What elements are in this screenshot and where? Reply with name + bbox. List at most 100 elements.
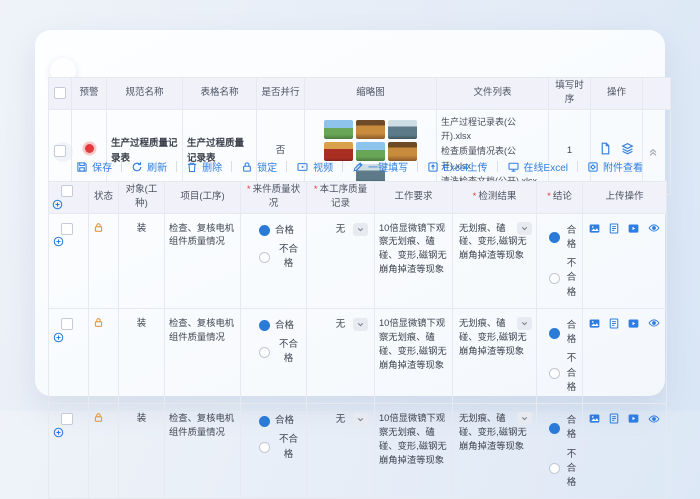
view-eye-icon[interactable] — [647, 222, 661, 234]
process-record-select[interactable]: 无 — [311, 317, 370, 333]
radio-dot-icon — [549, 272, 560, 284]
add-row-icon[interactable] — [53, 236, 84, 247]
row-checkbox[interactable] — [60, 413, 73, 426]
video-button[interactable]: 视频 — [287, 159, 342, 174]
chevron-down-icon — [517, 221, 532, 235]
attachment-view-button[interactable]: 附件查看 — [578, 159, 652, 174]
cell-select — [48, 307, 89, 405]
radio-fail[interactable]: 不合格 — [259, 433, 302, 462]
cell-upload-actions — [582, 402, 667, 499]
image-upload-icon[interactable] — [588, 222, 601, 235]
radio-fail[interactable]: 不合格 — [259, 243, 302, 272]
radio-dot-icon — [259, 442, 270, 453]
process-record-select[interactable]: 无 — [311, 412, 370, 428]
select-all-checkbox[interactable] — [54, 86, 66, 99]
cell-status — [88, 212, 119, 309]
cell-upload-actions — [582, 307, 667, 405]
header-spec-name: 规范名称 — [106, 77, 183, 110]
cell-object: 装 — [118, 402, 165, 499]
test-result-select[interactable]: 无划痕、磕碰、变形,磁钢无崩角掉渣等现象 — [457, 412, 532, 454]
required-mark: * — [472, 191, 477, 203]
radio-pass[interactable]: 合格 — [259, 319, 302, 333]
video-upload-icon[interactable] — [627, 317, 640, 330]
template-table-header-row: 预警 规范名称 表格名称 是否并行 缩略图 文件列表 填写时序 操作 — [48, 77, 671, 110]
video-upload-icon[interactable] — [627, 412, 640, 425]
header-parallel: 是否并行 — [256, 77, 305, 110]
online-excel-button[interactable]: 在线Excel — [498, 159, 577, 174]
chevron-down-icon — [353, 413, 368, 426]
header-upload-actions: 上传操作 — [582, 181, 667, 214]
cell-process-record: 无 — [306, 307, 375, 405]
cell-select — [48, 212, 89, 309]
record-table-header-row: 状态 对象(工种) 项目(工序) * 来件质量状况 * 本工序质量记录 工作要求 *… — [48, 181, 667, 214]
upload-icon — [428, 161, 438, 172]
refresh-button[interactable]: 刷新 — [122, 159, 176, 174]
document-upload-icon[interactable] — [608, 317, 620, 330]
header-project: 项目(工序) — [164, 181, 241, 214]
test-result-select[interactable]: 无划痕、磕碰、变形,磁钢无崩角掉渣等现象 — [457, 221, 532, 264]
test-result-select[interactable]: 无划痕、磕碰、变形,磁钢无崩角掉渣等现象 — [457, 316, 532, 359]
cell-project: 检查、复核电机组件质量情况 — [164, 402, 241, 499]
header-select — [48, 77, 72, 110]
image-upload-icon[interactable] — [588, 317, 601, 330]
cell-status — [88, 307, 119, 405]
radio-pass[interactable]: 合格 — [549, 224, 578, 253]
add-row-icon[interactable] — [53, 332, 84, 343]
thumbnail-image[interactable] — [388, 120, 417, 140]
process-record-select[interactable]: 无 — [311, 222, 370, 238]
lock-button[interactable]: 锁定 — [232, 159, 286, 174]
record-row: 装 检查、复核电机组件质量情况 合格 不合格 无 10倍显微镜下观察无划痕、磕碰… — [48, 402, 667, 499]
cell-object: 装 — [118, 307, 165, 405]
warning-dot-icon — [84, 144, 94, 154]
header-status: 状态 — [88, 181, 119, 214]
radio-pass[interactable]: 合格 — [259, 414, 302, 428]
file-action-icon[interactable] — [599, 142, 612, 155]
row-checkbox[interactable] — [60, 222, 73, 235]
one-click-fill-button[interactable]: 一键填写 — [343, 159, 417, 174]
record-row: 装 检查、复核电机组件质量情况 合格 不合格 无 10倍显微镜下观察无划痕、磕碰… — [48, 307, 667, 405]
header-incoming-quality: * 来件质量状况 — [240, 181, 307, 214]
radio-dot-icon — [259, 225, 270, 237]
thumbnail-image[interactable] — [356, 120, 385, 140]
radio-dot-icon — [259, 346, 270, 358]
record-row: 装 检查、复核电机组件质量情况 合格 不合格 无 10倍显微镜下观察无划痕、磕碰… — [48, 212, 667, 309]
radio-fail[interactable]: 不合格 — [549, 448, 578, 491]
attachment-view-icon — [588, 161, 598, 172]
radio-dot-icon — [549, 422, 560, 434]
toolbar: 保存 刷新 删除 锁定 视频 一键填写 Excel上传 在线Excel 附件查看 — [67, 156, 652, 177]
radio-fail[interactable]: 不合格 — [259, 338, 302, 367]
radio-dot-icon — [259, 251, 270, 263]
template-table: 预警 规范名称 表格名称 是否并行 缩略图 文件列表 填写时序 操作 生产过程质… — [48, 77, 671, 195]
cell-incoming-quality: 合格 不合格 — [240, 212, 307, 309]
excel-upload-button[interactable]: Excel上传 — [418, 159, 496, 174]
add-row-icon[interactable] — [53, 427, 84, 438]
delete-button[interactable]: 删除 — [177, 159, 231, 174]
row-checkbox[interactable] — [60, 317, 73, 330]
chevron-down-icon — [353, 317, 368, 331]
layers-icon[interactable] — [621, 142, 634, 155]
video-upload-icon[interactable] — [627, 222, 640, 235]
thumbnail-image[interactable] — [324, 120, 353, 140]
radio-dot-icon — [549, 232, 560, 244]
document-upload-icon[interactable] — [608, 222, 620, 235]
document-upload-icon[interactable] — [608, 412, 620, 425]
required-mark: * — [313, 184, 318, 195]
image-upload-icon[interactable] — [588, 412, 601, 425]
radio-pass[interactable]: 合格 — [549, 319, 578, 348]
monitor-icon — [508, 162, 519, 172]
radio-fail[interactable]: 不合格 — [549, 352, 578, 395]
cell-status — [88, 402, 119, 499]
lock-status-icon — [93, 317, 114, 328]
view-eye-icon[interactable] — [647, 317, 661, 329]
add-row-icon[interactable] — [52, 199, 85, 210]
row-checkbox[interactable] — [54, 144, 66, 157]
video-icon — [297, 162, 308, 171]
radio-fail[interactable]: 不合格 — [549, 257, 578, 300]
lock-status-icon — [93, 222, 114, 233]
radio-pass[interactable]: 合格 — [259, 224, 302, 238]
radio-pass[interactable]: 合格 — [549, 414, 578, 443]
save-button[interactable]: 保存 — [67, 159, 121, 174]
select-all-checkbox[interactable] — [60, 185, 73, 198]
header-actions: 操作 — [590, 77, 643, 110]
view-eye-icon[interactable] — [647, 413, 661, 425]
